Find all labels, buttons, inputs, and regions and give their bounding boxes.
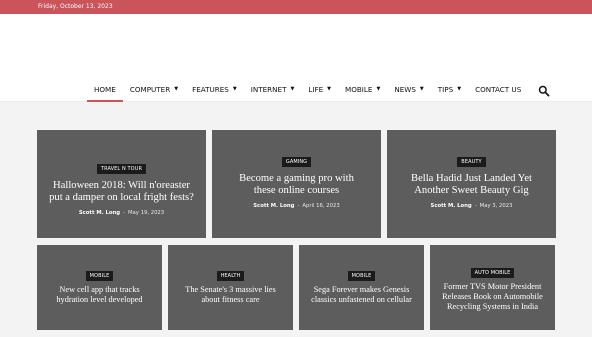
article-date: May 19, 2023 [127,210,165,216]
article-title[interactable]: Bella Hadid Just Landed Yet Another Swee… [387,173,556,198]
article-card[interactable]: MOBILE New cell app that tracks hydratio… [37,245,162,330]
top-bar: Friday, October 13, 2023 [0,0,592,14]
search-icon [538,85,550,97]
category-badge[interactable]: GAMING [281,156,312,167]
article-title[interactable]: New cell app that tracks hydration level… [37,285,162,305]
article-title[interactable]: Sega Forever makes Genesis classics unfa… [299,285,424,305]
nav-item-mobile[interactable]: MOBILE ▼ [338,78,387,100]
nav-item-home[interactable]: HOME [87,78,123,102]
nav-item-internet[interactable]: INTERNET ▼ [244,78,302,100]
nav-item-news[interactable]: NEWS ▼ [387,78,430,100]
meta-separator: - [123,210,125,216]
nav-item-computer[interactable]: COMPUTER ▼ [123,78,185,100]
nav-item-label: INTERNET [250,84,287,94]
category-badge[interactable]: TRAVEL N TOUR [96,163,147,174]
category-badge[interactable]: BEAUTY [457,156,486,167]
author-name[interactable]: Scott M. Long [253,203,294,209]
nav-item-label: CONTACT US [475,84,522,94]
category-badge[interactable]: AUTO MOBILE [470,268,515,279]
featured-card[interactable]: TRAVEL N TOUR Halloween 2018: Will n'ore… [37,130,206,238]
nav-item-label: LIFE [308,84,324,94]
nav-item-label: COMPUTER [129,84,171,94]
nav-item-tips[interactable]: TIPS ▼ [431,78,468,100]
chevron-down-icon: ▼ [232,86,237,92]
meta-separator: - [297,203,300,209]
author-name[interactable]: Scott M. Long [79,210,120,216]
article-card[interactable]: HEALTH The Senate's 3 massive lies about… [168,245,293,330]
search-button[interactable] [538,84,550,97]
chevron-down-icon: ▼ [174,86,179,92]
chevron-down-icon: ▼ [457,86,462,92]
article-date: May 3, 2023 [479,203,513,209]
category-badge[interactable]: HEALTH [216,271,245,282]
chevron-down-icon: ▼ [327,86,331,92]
category-badge[interactable]: MOBILE [85,271,114,282]
chevron-down-icon: ▼ [376,86,381,92]
featured-card[interactable]: GAMING Become a gaming pro with these on… [212,130,381,238]
main-nav: HOME COMPUTER ▼ FEATURES ▼ INTERNET ▼ LI… [87,78,528,102]
current-date: Friday, October 13, 2023 [38,3,113,10]
meta-separator: - [474,203,477,209]
article-date: April 16, 2023 [302,203,340,209]
article-title[interactable]: The Senate's 3 massive lies about fitnes… [168,285,293,305]
article-title[interactable]: Halloween 2018: Will n'oreaster put a da… [37,180,206,205]
nav-item-label: TIPS [437,84,454,94]
category-badge[interactable]: MOBILE [347,271,376,282]
article-meta: Scott M. Long - April 16, 2023 [253,203,340,209]
article-title[interactable]: Former TVS Motor President Releases Book… [430,282,555,312]
article-title[interactable]: Become a gaming pro with these online co… [212,173,381,198]
nav-item-features[interactable]: FEATURES ▼ [185,78,244,100]
chevron-down-icon: ▼ [290,86,295,92]
featured-card[interactable]: BEAUTY Bella Hadid Just Landed Yet Anoth… [387,130,556,238]
article-meta: Scott M. Long - May 3, 2023 [431,203,513,209]
nav-item-label: NEWS [394,84,416,94]
chevron-down-icon: ▼ [419,86,424,92]
nav-item-contact-us[interactable]: CONTACT US [468,78,528,100]
nav-item-label: HOME [94,84,116,94]
nav-item-label: MOBILE [345,84,373,94]
article-card[interactable]: AUTO MOBILE Former TVS Motor President R… [430,245,555,330]
article-meta: Scott M. Long - May 19, 2023 [79,210,164,216]
author-name[interactable]: Scott M. Long [431,203,472,209]
nav-item-life[interactable]: LIFE ▼ [301,78,338,100]
article-card[interactable]: MOBILE Sega Forever makes Genesis classi… [299,245,424,330]
nav-item-label: FEATURES [192,84,229,94]
